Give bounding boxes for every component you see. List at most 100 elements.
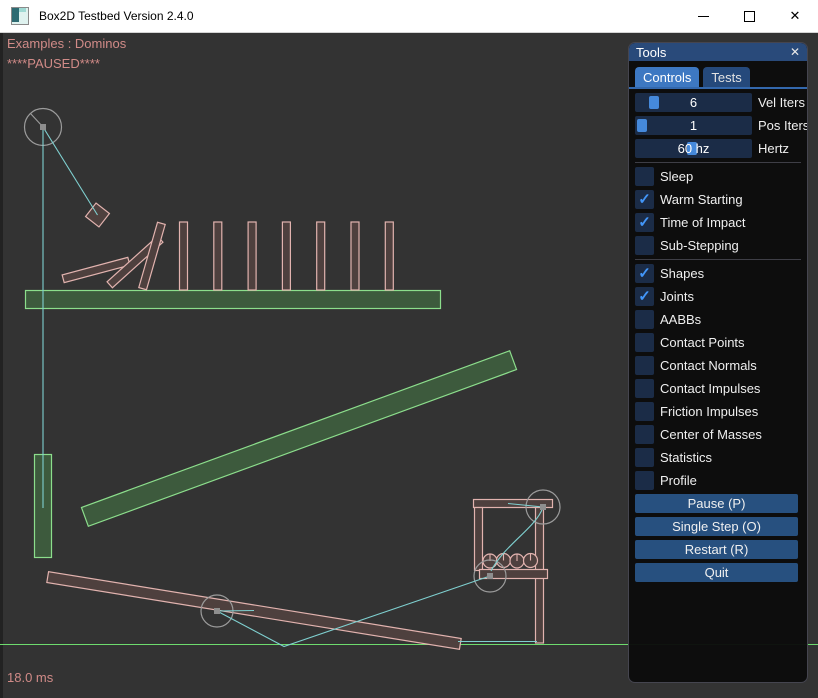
checkbox-center-of-masses[interactable]: Center of Masses	[635, 425, 801, 444]
window-title-bar[interactable]: Box2D Testbed Version 2.4.0 ✕	[0, 0, 818, 33]
checkbox-box-aabbs[interactable]	[635, 310, 654, 329]
domino-standing[interactable]	[351, 222, 359, 290]
maximize-icon	[744, 11, 755, 22]
checkbox-box-friction-impulses[interactable]	[635, 402, 654, 421]
slider-vel-iters[interactable]: 6	[635, 93, 752, 112]
separator	[635, 259, 801, 260]
anchor-marker	[40, 124, 46, 130]
checkbox-label-contact-normals: Contact Normals	[660, 358, 757, 373]
pause-button[interactable]: Pause (P)	[635, 494, 798, 513]
checkbox-label-sub-stepping: Sub-Stepping	[660, 238, 739, 253]
checkbox-joints[interactable]: ✓ Joints	[635, 287, 801, 306]
joint-line	[43, 127, 98, 215]
checkbox-contact-points[interactable]: Contact Points	[635, 333, 801, 352]
minimize-button[interactable]	[680, 0, 726, 32]
domino-standing[interactable]	[282, 222, 290, 290]
checkbox-contact-normals[interactable]: Contact Normals	[635, 356, 801, 375]
checkbox-box-sub-stepping[interactable]	[635, 236, 654, 255]
checkbox-shapes[interactable]: ✓ Shapes	[635, 264, 801, 283]
checkbox-sub-stepping[interactable]: Sub-Stepping	[635, 236, 801, 255]
checkbox-friction-impulses[interactable]: Friction Impulses	[635, 402, 801, 421]
slider-value-hertz: 60 hz	[635, 139, 752, 158]
checkbox-box-time-of-impact[interactable]: ✓	[635, 213, 654, 232]
slider-value-pos-iters: 1	[635, 116, 752, 135]
checkbox-box-shapes[interactable]: ✓	[635, 264, 654, 283]
tools-panel: Tools ✕ Controls Tests 6Vel Iters1Pos It…	[628, 42, 808, 683]
checkbox-label-time-of-impact: Time of Impact	[660, 215, 745, 230]
frame-time-label: 18.0 ms	[7, 670, 53, 685]
checkbox-box-joints[interactable]: ✓	[635, 287, 654, 306]
check-icon: ✓	[638, 266, 651, 281]
checkbox-box-center-of-masses[interactable]	[635, 425, 654, 444]
checkbox-group: Sleep ✓ Warm Starting ✓ Time of Impact Sub-St…	[635, 167, 801, 490]
check-icon: ✓	[638, 192, 651, 207]
domino-standing[interactable]	[248, 222, 256, 290]
checkbox-box-warm-starting[interactable]: ✓	[635, 190, 654, 209]
checkbox-box-statistics[interactable]	[635, 448, 654, 467]
checkbox-box-profile[interactable]	[635, 471, 654, 490]
paused-label: ****PAUSED****	[7, 56, 100, 71]
app-icon	[11, 7, 29, 25]
tab-underline	[629, 87, 807, 89]
single-step-button[interactable]: Single Step (O)	[635, 517, 798, 536]
example-label: Examples : Dominos	[7, 36, 126, 51]
slider-label-pos-iters: Pos Iters	[758, 118, 808, 133]
window-title: Box2D Testbed Version 2.4.0	[39, 9, 194, 23]
domino-standing[interactable]	[385, 222, 393, 290]
checkbox-label-warm-starting: Warm Starting	[660, 192, 743, 207]
slider-label-vel-iters: Vel Iters	[758, 95, 805, 110]
slider-row-vel-iters: 6Vel Iters	[635, 93, 801, 112]
slider-pos-iters[interactable]: 1	[635, 116, 752, 135]
checkbox-aabbs[interactable]: AABBs	[635, 310, 801, 329]
anchor-marker	[487, 573, 493, 579]
check-icon: ✓	[638, 215, 651, 230]
minimize-icon	[698, 16, 709, 17]
checkbox-statistics[interactable]: Statistics	[635, 448, 801, 467]
checkbox-profile[interactable]: Profile	[635, 471, 801, 490]
checkbox-sleep[interactable]: Sleep	[635, 167, 801, 186]
maximize-button[interactable]	[726, 0, 772, 32]
checkbox-label-contact-points: Contact Points	[660, 335, 745, 350]
close-icon: ✕	[790, 8, 801, 24]
check-icon: ✓	[638, 289, 651, 304]
tools-close-icon[interactable]: ✕	[790, 46, 800, 58]
checkbox-label-joints: Joints	[660, 289, 694, 304]
quit-button[interactable]: Quit	[635, 563, 798, 582]
checkbox-label-center-of-masses: Center of Masses	[660, 427, 762, 442]
tab-controls[interactable]: Controls	[635, 67, 699, 87]
checkbox-label-aabbs: AABBs	[660, 312, 701, 327]
restart-button[interactable]: Restart (R)	[635, 540, 798, 559]
domino-standing[interactable]	[317, 222, 325, 290]
domino-platform	[26, 291, 441, 309]
checkbox-box-sleep[interactable]	[635, 167, 654, 186]
separator	[635, 162, 801, 163]
anchor-marker	[214, 608, 220, 614]
checkbox-label-shapes: Shapes	[660, 266, 704, 281]
slider-row-pos-iters: 1Pos Iters	[635, 116, 801, 135]
anchor-marker	[540, 504, 546, 510]
tab-bar: Controls Tests	[635, 67, 801, 87]
checkbox-label-profile: Profile	[660, 473, 697, 488]
tools-panel-title-bar[interactable]: Tools ✕	[629, 43, 807, 61]
slider-group: 6Vel Iters 1Pos Iters 60 hzHertz	[635, 93, 801, 158]
checkbox-box-contact-normals[interactable]	[635, 356, 654, 375]
checkbox-label-sleep: Sleep	[660, 169, 693, 184]
checkbox-label-friction-impulses: Friction Impulses	[660, 404, 758, 419]
domino-standing[interactable]	[180, 222, 188, 290]
checkbox-box-contact-impulses[interactable]	[635, 379, 654, 398]
slider-row-hertz: 60 hzHertz	[635, 139, 801, 158]
checkbox-label-statistics: Statistics	[660, 450, 712, 465]
tab-tests[interactable]: Tests	[703, 67, 749, 87]
slider-hertz[interactable]: 60 hz	[635, 139, 752, 158]
checkbox-label-contact-impulses: Contact Impulses	[660, 381, 760, 396]
checkbox-time-of-impact[interactable]: ✓ Time of Impact	[635, 213, 801, 232]
checkbox-warm-starting[interactable]: ✓ Warm Starting	[635, 190, 801, 209]
tools-panel-title: Tools	[636, 45, 666, 60]
button-group: Pause (P) Single Step (O) Restart (R) Quit	[635, 494, 801, 582]
close-button[interactable]: ✕	[772, 0, 818, 32]
slider-value-vel-iters: 6	[635, 93, 752, 112]
checkbox-box-contact-points[interactable]	[635, 333, 654, 352]
domino-standing[interactable]	[214, 222, 222, 290]
cradle-left-post[interactable]	[475, 508, 483, 571]
checkbox-contact-impulses[interactable]: Contact Impulses	[635, 379, 801, 398]
